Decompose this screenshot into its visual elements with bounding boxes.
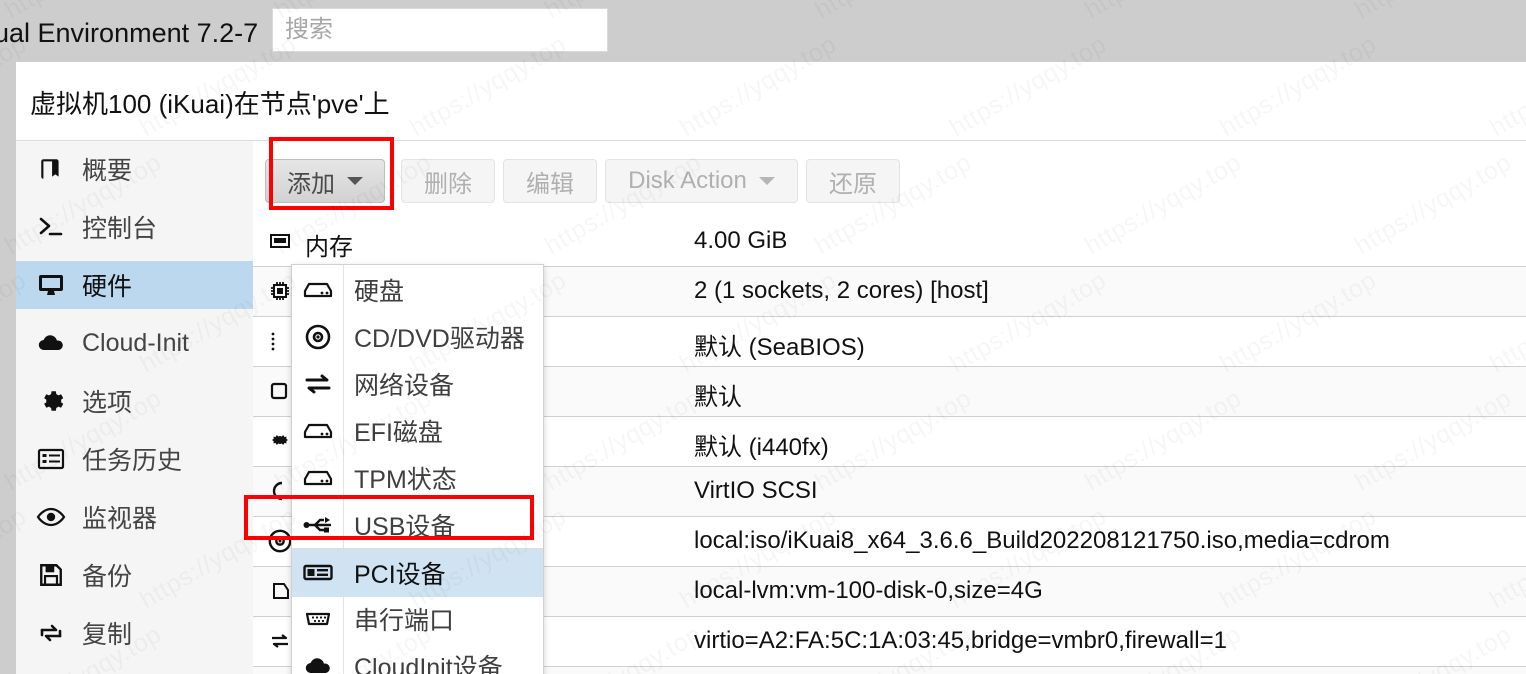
gear-icon — [36, 386, 66, 416]
menu-item-label: 硬盘 — [354, 278, 405, 306]
product-title: ual Environment 7.2-7 — [0, 18, 259, 48]
sidebar-item-6[interactable]: 任务历史 — [16, 435, 253, 483]
cd-icon — [267, 528, 293, 554]
sidebar-item-label: 概要 — [82, 157, 133, 185]
table-cell-value: 2 (1 sockets, 2 cores) [host] — [694, 277, 989, 304]
table-cell-value: VirtIO SCSI — [694, 477, 818, 504]
monitor-icon — [36, 270, 66, 300]
vm-panel: 虚拟机100 (iKuai)在节点'pve'上 概要控制台硬件 Cloud-Ini… — [16, 62, 1526, 674]
sidebar-item-label: 备份 — [82, 563, 133, 591]
cd-icon — [292, 313, 344, 361]
disk-icon — [267, 578, 293, 604]
display-icon — [267, 378, 293, 404]
toolbar-button-2[interactable]: 删除 — [401, 159, 495, 203]
serial-icon — [292, 595, 344, 643]
menu-item-6[interactable]: USB设备 — [292, 501, 543, 549]
harddisk-icon — [292, 454, 344, 502]
harddisk-icon — [292, 407, 344, 455]
page-title: 虚拟机100 (iKuai)在节点'pve'上 — [30, 89, 390, 119]
table-cell-value: 4.00 GiB — [694, 227, 788, 254]
table-cell-value: virtio=A2:FA:5C:1A:03:45,bridge=vmbr0,fi… — [694, 627, 1227, 654]
menu-item-9[interactable]: CloudInit设备 — [292, 642, 543, 674]
sidebar-item-1[interactable]: 概要 — [16, 145, 253, 193]
menu-item-label: EFI磁盘 — [354, 419, 443, 447]
menu-item-label: TPM状态 — [354, 466, 457, 494]
menu-item-4[interactable]: EFI磁盘 — [292, 407, 543, 455]
book-icon — [36, 154, 66, 184]
menu-item-label: USB设备 — [354, 513, 456, 541]
sidebar-item-label: 任务历史 — [82, 447, 183, 475]
table-cell-key: 内存 — [305, 234, 353, 261]
menu-item-3[interactable]: 网络设备 — [292, 360, 543, 408]
search-input[interactable] — [273, 9, 607, 51]
bios-icon — [267, 328, 293, 354]
network-icon — [292, 360, 344, 408]
sidebar-item-8[interactable]: 备份 — [16, 551, 253, 599]
toolbar-button-label: 编辑 — [526, 170, 574, 198]
net-icon — [267, 628, 293, 654]
memory-icon — [267, 228, 293, 254]
add-dropdown-menu[interactable]: 硬盘 CD/DVD驱动器 网络设备 EFI磁盘 TPM状态 USB设备 PCI设备串行端口 C… — [291, 264, 544, 674]
menu-item-2[interactable]: CD/DVD驱动器 — [292, 313, 543, 361]
toolbar-button-3[interactable]: 编辑 — [503, 159, 597, 203]
panel-header: 虚拟机100 (iKuai)在节点'pve'上 — [16, 62, 1526, 140]
floppy-icon — [36, 560, 66, 590]
menu-item-5[interactable]: TPM状态 — [292, 454, 543, 502]
table-cell-value: 默认 (SeaBIOS) — [694, 334, 865, 361]
sidebar: 概要控制台硬件 Cloud-Init 选项任务历史监视器备份复制 — [16, 140, 253, 674]
harddisk-icon — [292, 266, 344, 314]
table-row[interactable]: 内存 4.00 GiB — [253, 217, 1526, 267]
menu-item-8[interactable]: 串行端口 — [292, 595, 543, 643]
cpu-icon — [267, 278, 293, 304]
toolbar-button-4[interactable]: Disk Action — [605, 159, 798, 203]
toolbar: 添加 删除 编辑 Disk Action 还原 — [253, 140, 1526, 216]
search-field[interactable] — [272, 8, 608, 52]
pci-icon — [292, 549, 344, 597]
menu-item-label: CD/DVD驱动器 — [354, 325, 525, 353]
table-cell-value: local:iso/iKuai8_x64_3.6.6_Build20220812… — [694, 527, 1390, 554]
cloud-icon — [292, 642, 344, 674]
menu-item-label: 串行端口 — [354, 607, 455, 635]
sidebar-item-label: 控制台 — [82, 215, 158, 243]
menu-item-label: 网络设备 — [354, 372, 455, 400]
table-cell-value: 默认 (i440fx) — [694, 434, 829, 461]
table-cell-value: 默认 — [694, 384, 742, 411]
toolbar-button-5[interactable]: 还原 — [806, 159, 900, 203]
sidebar-item-5[interactable]: 选项 — [16, 377, 253, 425]
cloud-icon — [36, 328, 66, 358]
sidebar-item-4[interactable]: Cloud-Init — [16, 319, 253, 367]
sidebar-item-7[interactable]: 监视器 — [16, 493, 253, 541]
menu-item-7[interactable]: PCI设备 — [292, 548, 543, 597]
menu-item-1[interactable]: 硬盘 — [292, 266, 543, 314]
sidebar-item-label: 监视器 — [82, 505, 158, 533]
scsi-icon — [267, 478, 293, 504]
sidebar-item-9[interactable]: 复制 — [16, 609, 253, 657]
top-bar: ual Environment 7.2-7 — [0, 0, 1526, 60]
sidebar-item-label: 复制 — [82, 621, 133, 649]
eye-icon — [36, 502, 66, 532]
replicate-icon — [36, 618, 66, 648]
sidebar-item-2[interactable]: 控制台 — [16, 203, 253, 251]
machine-icon — [267, 428, 293, 454]
usb-icon — [292, 501, 344, 549]
table-cell-value: local-lvm:vm-100-disk-0,size=4G — [694, 577, 1043, 604]
toolbar-button-label: Disk Action — [628, 167, 747, 194]
sidebar-item-label: 选项 — [82, 389, 133, 417]
terminal-icon — [36, 212, 66, 242]
chevron-down-icon — [347, 177, 363, 185]
list-icon — [36, 444, 66, 474]
sidebar-item-3[interactable]: 硬件 — [16, 261, 253, 309]
menu-item-label: PCI设备 — [354, 561, 446, 589]
chevron-down-icon — [758, 177, 775, 185]
toolbar-button-label: 删除 — [424, 170, 472, 198]
sidebar-item-label: Cloud-Init — [82, 328, 189, 357]
sidebar-item-label: 硬件 — [82, 273, 133, 301]
menu-item-label: CloudInit设备 — [354, 654, 503, 674]
toolbar-button-1[interactable]: 添加 — [265, 159, 385, 203]
toolbar-button-label: 还原 — [829, 170, 877, 198]
toolbar-button-label: 添加 — [287, 170, 335, 198]
